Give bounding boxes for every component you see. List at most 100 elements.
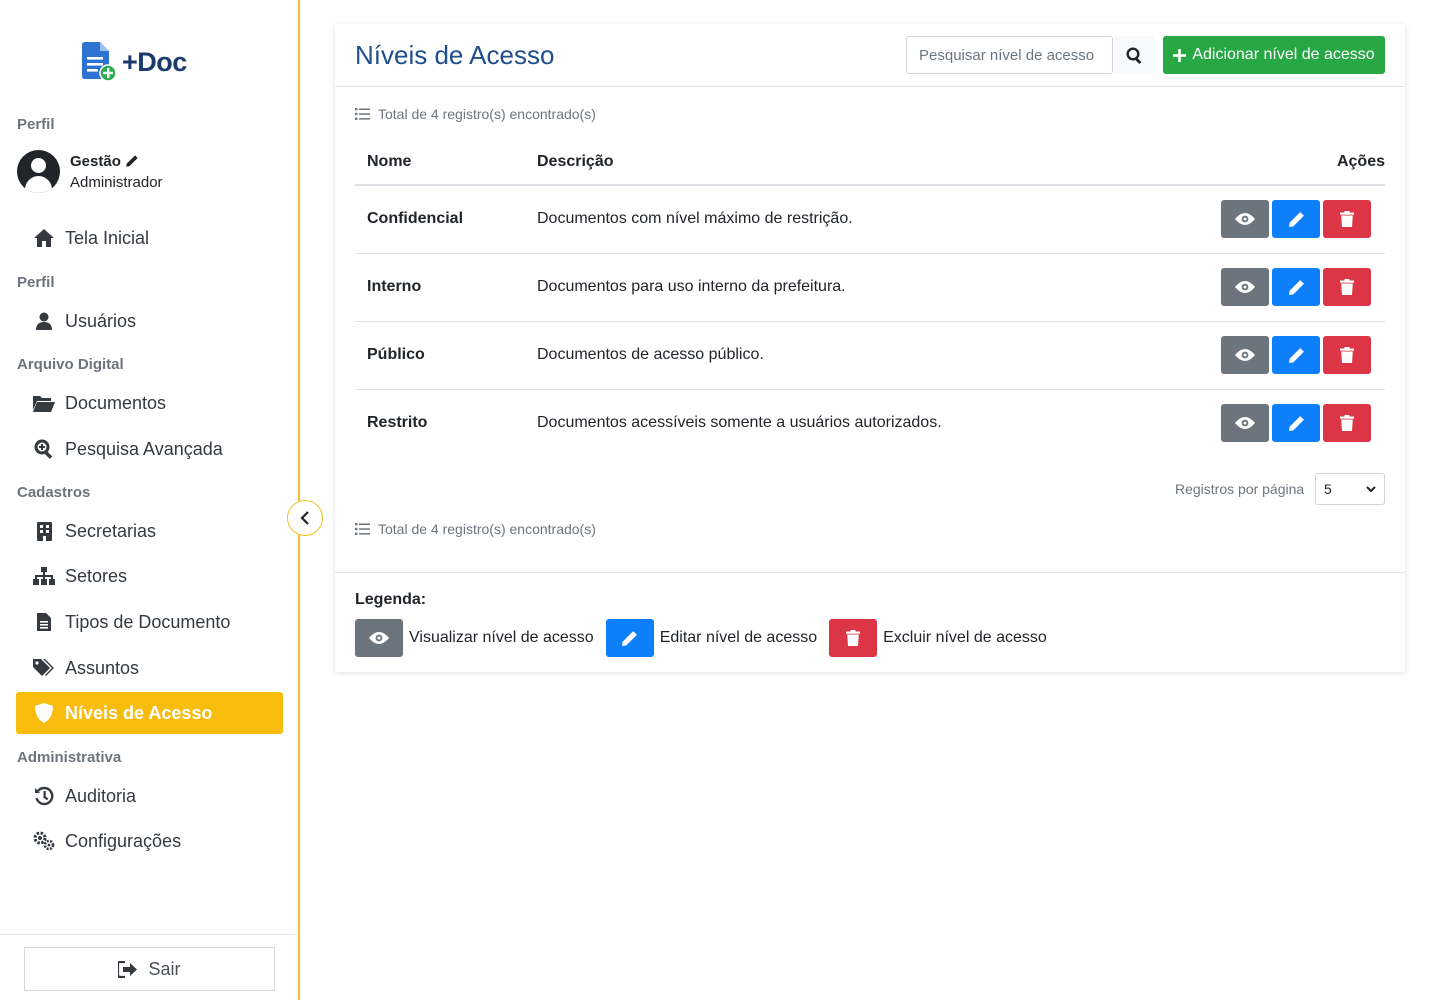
eye-icon xyxy=(1235,281,1255,293)
list-icon xyxy=(355,108,370,120)
view-button[interactable] xyxy=(1221,404,1269,442)
legend-view-label: Visualizar nível de acesso xyxy=(409,629,594,646)
add-access-level-button[interactable]: Adicionar nível de acesso xyxy=(1163,36,1385,74)
legend-edit-label: Editar nível de acesso xyxy=(659,629,818,646)
sidebar-item-label: Configurações xyxy=(65,830,182,851)
sidebar-item-label: Tela Inicial xyxy=(65,227,150,248)
sidebar-item-documents[interactable]: Documentos xyxy=(16,382,283,424)
row-name: Interno xyxy=(367,278,422,295)
legend-delete-label: Excluir nível de acesso xyxy=(883,629,1047,646)
sidebar-item-configuracoes[interactable]: Configurações xyxy=(16,820,283,862)
sidebar-item-secretarias[interactable]: Secretarias xyxy=(16,510,283,552)
row-actions xyxy=(1221,336,1371,374)
row-description: Documentos para uso interno da prefeitur… xyxy=(537,278,846,295)
edit-button[interactable] xyxy=(1272,336,1320,374)
per-page-value: 5 xyxy=(1324,481,1332,497)
view-button[interactable] xyxy=(1221,268,1269,306)
trash-icon xyxy=(1340,347,1354,363)
pencil-icon[interactable] xyxy=(125,154,139,168)
delete-button[interactable] xyxy=(1323,404,1371,442)
total-records-text: Total de 4 registro(s) encontrado(s) xyxy=(378,521,596,537)
view-button[interactable] xyxy=(1221,336,1269,374)
total-records-bottom: Total de 4 registro(s) encontrado(s) xyxy=(355,521,596,537)
sidebar-collapse-button[interactable] xyxy=(287,500,323,536)
avatar xyxy=(17,150,60,193)
sidebar-item-label: Auditoria xyxy=(65,785,137,806)
row-description: Documentos de acesso público. xyxy=(537,346,764,363)
edit-button[interactable] xyxy=(1272,268,1320,306)
pencil-icon xyxy=(1288,211,1304,227)
main-card: Níveis de Acesso Adicionar nível de aces… xyxy=(335,24,1405,672)
search-plus-icon xyxy=(33,438,55,460)
delete-button[interactable] xyxy=(1323,268,1371,306)
sidebar-item-niveis-acesso[interactable]: Níveis de Acesso xyxy=(16,692,283,734)
legend-item-view: Visualizar nível de acesso xyxy=(355,619,594,657)
edit-button[interactable] xyxy=(1272,404,1320,442)
total-records-top: Total de 4 registro(s) encontrado(s) xyxy=(355,106,596,122)
card-header: Níveis de Acesso Adicionar nível de aces… xyxy=(335,24,1405,87)
app-logo[interactable]: +Doc xyxy=(80,42,187,82)
search-input[interactable] xyxy=(906,36,1113,74)
sidebar-item-tipos-documento[interactable]: Tipos de Documento xyxy=(16,601,283,643)
sidebar-item-label: Pesquisa Avançada xyxy=(65,438,223,459)
sidebar-item-auditoria[interactable]: Auditoria xyxy=(16,775,283,817)
column-header-actions: Ações xyxy=(1336,153,1385,170)
view-button[interactable] xyxy=(1221,200,1269,238)
row-actions xyxy=(1221,404,1371,442)
per-page-label: Registros por página xyxy=(1175,481,1305,497)
section-title-arquivo: Arquivo Digital xyxy=(17,356,124,373)
logo-text: +Doc xyxy=(122,46,187,77)
eye-icon xyxy=(369,632,389,644)
add-button-label: Adicionar nível de acesso xyxy=(1192,46,1375,63)
sidebar-item-label: Setores xyxy=(65,565,128,586)
table-row: Interno Documentos para uso interno da p… xyxy=(355,254,1385,322)
building-icon xyxy=(33,520,55,542)
pencil-icon xyxy=(1288,415,1304,431)
sidebar-item-users[interactable]: Usuários xyxy=(16,300,283,342)
eye-icon xyxy=(1235,349,1255,361)
trash-icon xyxy=(1340,415,1354,431)
trash-icon xyxy=(846,630,861,646)
user-profile[interactable]: Gestão Administrador xyxy=(17,150,163,193)
pencil-icon xyxy=(622,630,638,646)
sidebar-item-assuntos[interactable]: Assuntos xyxy=(16,647,283,689)
section-title-administrativa: Administrativa xyxy=(17,749,122,766)
user-icon xyxy=(33,310,55,332)
legend-title: Legenda: xyxy=(355,591,427,608)
row-name: Público xyxy=(367,346,425,363)
sign-out-icon xyxy=(118,960,138,978)
row-actions xyxy=(1221,200,1371,238)
edit-button[interactable] xyxy=(1272,200,1320,238)
legend-item-edit: Editar nível de acesso xyxy=(605,619,818,657)
sidebar-item-setores[interactable]: Setores xyxy=(16,555,283,597)
logout-button[interactable]: Sair xyxy=(24,947,275,991)
legend: Visualizar nível de acesso Editar nível … xyxy=(355,619,1059,657)
plus-icon xyxy=(1173,48,1187,62)
total-records-text: Total de 4 registro(s) encontrado(s) xyxy=(378,106,596,122)
section-title-cadastros: Cadastros xyxy=(17,484,91,501)
chevron-down-icon xyxy=(1366,485,1376,492)
access-levels-table: Nome Descrição Ações Confidencial Docume… xyxy=(355,141,1385,458)
sidebar-footer: Sair xyxy=(0,934,298,1000)
sidebar-item-label: Usuários xyxy=(65,310,137,331)
legend-edit-button xyxy=(605,619,654,657)
search-button[interactable] xyxy=(1114,36,1154,74)
sidebar-item-home[interactable]: Tela Inicial xyxy=(16,217,283,259)
sidebar-item-label: Assuntos xyxy=(65,657,140,678)
per-page-select[interactable]: 5 xyxy=(1315,473,1385,505)
tags-icon xyxy=(33,657,55,679)
row-actions xyxy=(1221,268,1371,306)
pencil-icon xyxy=(1288,347,1304,363)
sitemap-icon xyxy=(33,565,55,587)
table-row: Confidencial Documentos com nível máximo… xyxy=(355,186,1385,254)
sidebar-item-label: Documentos xyxy=(65,392,167,413)
file-icon xyxy=(33,611,55,633)
column-header-name: Nome xyxy=(367,153,412,170)
row-description: Documentos com nível máximo de restrição… xyxy=(537,210,853,227)
eye-icon xyxy=(1235,213,1255,225)
document-plus-icon xyxy=(82,42,117,82)
legend-delete-button xyxy=(829,619,878,657)
delete-button[interactable] xyxy=(1323,336,1371,374)
delete-button[interactable] xyxy=(1323,200,1371,238)
sidebar-item-advanced-search[interactable]: Pesquisa Avançada xyxy=(16,428,283,470)
